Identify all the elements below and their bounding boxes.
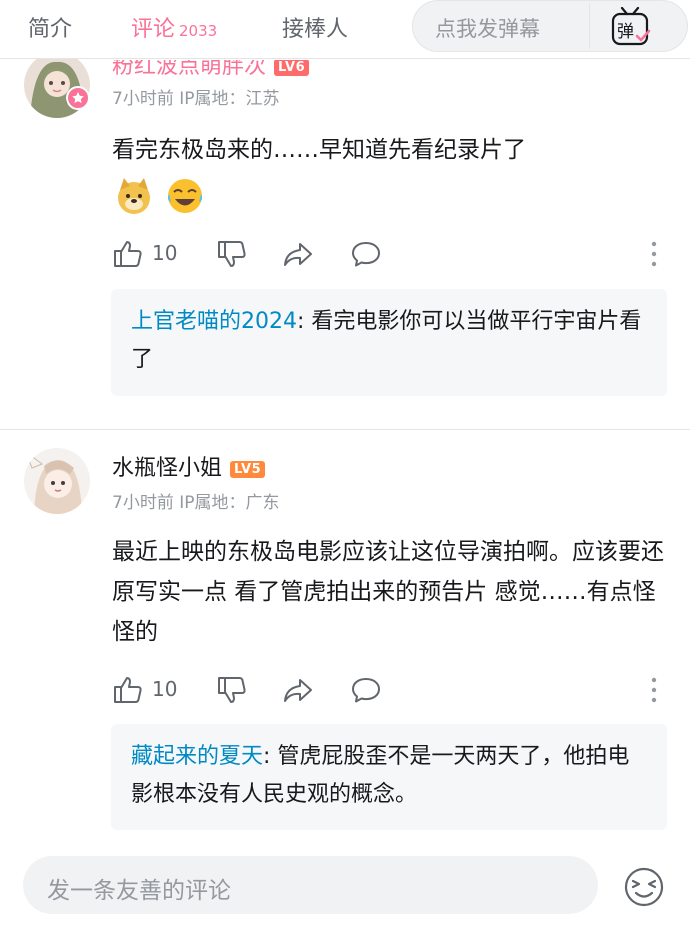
avatar[interactable] bbox=[24, 448, 90, 514]
thumb-down-icon bbox=[218, 677, 246, 703]
thumb-up-icon bbox=[114, 677, 142, 703]
share-button[interactable] bbox=[282, 674, 314, 706]
thumb-down-icon bbox=[218, 241, 246, 267]
comment-emoji-row bbox=[114, 176, 211, 216]
comment-meta: 7小时前 IP属地：广东 bbox=[112, 488, 280, 513]
share-button[interactable] bbox=[282, 238, 314, 270]
more-vertical-icon bbox=[651, 241, 657, 267]
reply-preview[interactable]: 上官老喵的2024: 看完电影你可以当做平行宇宙片看了 bbox=[111, 289, 667, 396]
tab-comments[interactable]: 评论 2033 bbox=[131, 11, 217, 43]
danmaku-bar: 点我发弹幕 弹 bbox=[412, 0, 688, 52]
level-badge: LV6 bbox=[274, 60, 310, 76]
dislike-button[interactable] bbox=[216, 238, 248, 270]
comment-text: 最近上映的东极岛电影应该让这位导演拍啊。应该要还原写实一点 看了管虎拍出来的预告… bbox=[112, 532, 672, 652]
reply-button[interactable] bbox=[350, 238, 382, 270]
danmaku-toggle-glyph: 弹 bbox=[617, 22, 634, 42]
comment-username[interactable]: 水瓶怪小姐 LV5 bbox=[112, 450, 266, 482]
top-tab-bar: 简介 评论 2033 接棒人 点我发弹幕 弹 bbox=[0, 0, 690, 59]
level-badge: LV5 bbox=[230, 461, 266, 478]
comment-text-body: 最近上映的东极岛电影应该让这位导演拍啊。应该要还原写实一点 看了管虎拍出来的预告… bbox=[112, 539, 664, 645]
comment-actions: 10 bbox=[112, 674, 672, 706]
comment-input[interactable]: 发一条友善的评论 bbox=[23, 856, 598, 914]
dislike-button[interactable] bbox=[216, 674, 248, 706]
comment-text-body: 看完东极岛来的……早知道先看纪录片了 bbox=[112, 137, 526, 163]
tab-comments-label: 评论 bbox=[131, 17, 176, 42]
danmaku-toggle-icon[interactable]: 弹 bbox=[609, 6, 653, 47]
comment-ip: IP属地：广东 bbox=[179, 493, 280, 513]
share-icon bbox=[284, 679, 312, 702]
like-button[interactable]: 10 bbox=[112, 238, 177, 270]
laugh-cry-emoji-icon bbox=[165, 176, 205, 220]
danmaku-input[interactable]: 点我发弹幕 bbox=[435, 13, 540, 43]
danmaku-divider bbox=[589, 3, 590, 49]
comment-bubble-icon bbox=[352, 242, 380, 267]
comment-bubble-icon bbox=[352, 678, 380, 703]
reply-button[interactable] bbox=[350, 674, 382, 706]
reply-username[interactable]: 上官老喵的2024 bbox=[131, 309, 297, 334]
share-icon bbox=[284, 243, 312, 266]
comment-item: 水瓶怪小姐 LV5 7小时前 IP属地：广东 最近上映的东极岛电影应该让这位导演拍… bbox=[0, 430, 690, 848]
comment-time: 7小时前 bbox=[112, 89, 174, 109]
username-text: 水瓶怪小姐 bbox=[112, 456, 223, 481]
more-options-button[interactable] bbox=[648, 238, 660, 270]
tab-relay[interactable]: 接棒人 bbox=[282, 11, 348, 43]
comment-text: 看完东极岛来的……早知道先看纪录片了 bbox=[112, 130, 672, 170]
reply-username[interactable]: 藏起来的夏天 bbox=[131, 744, 263, 769]
comment-item: 粉红波点萌胖次 LV6 7小时前 IP属地：江苏 看完东极岛来的……早知道先看纪录… bbox=[0, 0, 690, 429]
emoji-button[interactable] bbox=[620, 862, 668, 910]
doge-emoji-icon bbox=[114, 176, 154, 220]
reply-preview[interactable]: 藏起来的夏天: 管虎屁股歪不是一天两天了，他拍电影根本没有人民史观的概念。 bbox=[111, 724, 667, 830]
tab-comments-count: 2033 bbox=[179, 22, 218, 40]
like-count: 10 bbox=[152, 241, 178, 265]
thumb-up-icon bbox=[114, 241, 142, 267]
vip-badge-icon bbox=[66, 86, 90, 110]
comment-meta: 7小时前 IP属地：江苏 bbox=[112, 84, 280, 109]
comment-time: 7小时前 bbox=[112, 493, 174, 513]
tab-intro[interactable]: 简介 bbox=[28, 11, 72, 43]
bottom-input-bar: 发一条友善的评论 bbox=[0, 848, 690, 926]
like-count: 10 bbox=[152, 677, 178, 701]
comment-ip: IP属地：江苏 bbox=[179, 89, 280, 109]
more-vertical-icon bbox=[651, 677, 657, 703]
more-options-button[interactable] bbox=[648, 674, 660, 706]
emoji-face-icon bbox=[624, 867, 664, 907]
like-button[interactable]: 10 bbox=[112, 674, 177, 706]
comment-actions: 10 bbox=[112, 238, 672, 270]
